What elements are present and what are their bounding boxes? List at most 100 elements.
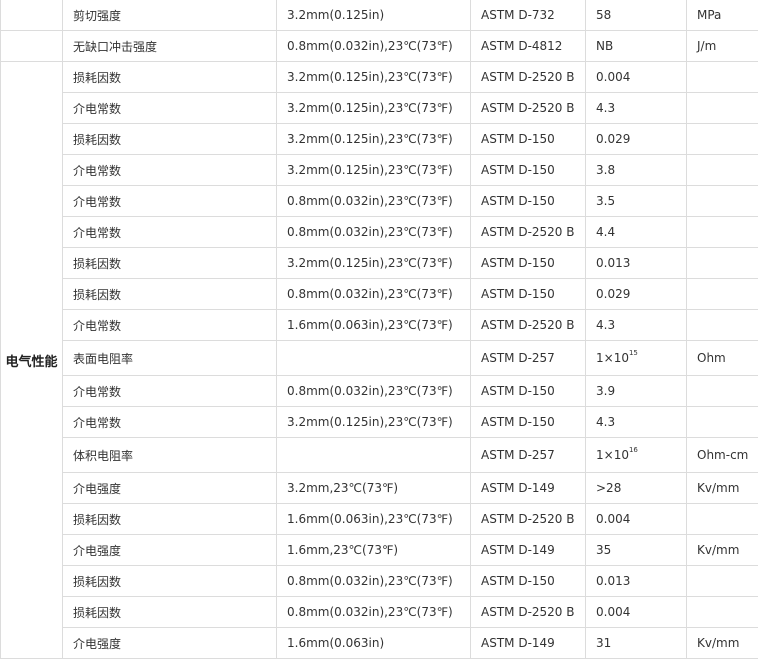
table-row: 介电强度 1.6mm(0.063in) ASTM D-149 31 Kv/mm: [1, 628, 758, 659]
condition-cell: 1.6mm,23℃(73℉): [277, 535, 471, 566]
condition-cell: 3.2mm(0.125in),23℃(73℉): [277, 93, 471, 124]
value-cell: 4.3: [586, 93, 687, 124]
value-base: 1×10: [596, 448, 629, 462]
method-cell: ASTM D-149: [471, 628, 586, 659]
table-row: 损耗因数 0.8mm(0.032in),23℃(73℉) ASTM D-2520…: [1, 597, 758, 628]
method-cell: ASTM D-257: [471, 438, 586, 473]
condition-cell: 3.2mm(0.125in),23℃(73℉): [277, 248, 471, 279]
method-cell: ASTM D-150: [471, 376, 586, 407]
condition-cell: 0.8mm(0.032in),23℃(73℉): [277, 186, 471, 217]
condition-cell: 1.6mm(0.063in): [277, 628, 471, 659]
category-cell-empty: [1, 0, 63, 31]
method-cell: ASTM D-149: [471, 473, 586, 504]
property-cell: 体积电阻率: [63, 438, 277, 473]
condition-cell: 3.2mm(0.125in),23℃(73℉): [277, 407, 471, 438]
method-cell: ASTM D-149: [471, 535, 586, 566]
value-cell: 0.029: [586, 124, 687, 155]
table-row: 剪切强度 3.2mm(0.125in) ASTM D-732 58 MPa: [1, 0, 758, 31]
unit-cell: [687, 407, 758, 438]
value-cell: 0.004: [586, 504, 687, 535]
method-cell: ASTM D-2520 B: [471, 310, 586, 341]
table-row: 介电常数 0.8mm(0.032in),23℃(73℉) ASTM D-2520…: [1, 217, 758, 248]
condition-cell: 0.8mm(0.032in),23℃(73℉): [277, 279, 471, 310]
method-cell: ASTM D-150: [471, 248, 586, 279]
property-cell: 损耗因数: [63, 124, 277, 155]
method-cell: ASTM D-150: [471, 566, 586, 597]
property-cell: 剪切强度: [63, 0, 277, 31]
value-cell: 0.004: [586, 597, 687, 628]
table-row: 损耗因数 0.8mm(0.032in),23℃(73℉) ASTM D-150 …: [1, 566, 758, 597]
value-cell: 3.8: [586, 155, 687, 186]
value-cell: 0.029: [586, 279, 687, 310]
value-cell: 31: [586, 628, 687, 659]
table-row: 介电强度 3.2mm,23℃(73℉) ASTM D-149 >28 Kv/mm: [1, 473, 758, 504]
unit-cell: J/m: [687, 31, 758, 62]
property-cell: 介电常数: [63, 376, 277, 407]
value-cell: 35: [586, 535, 687, 566]
unit-cell: Kv/mm: [687, 535, 758, 566]
unit-cell: [687, 62, 758, 93]
table-row: 介电常数 1.6mm(0.063in),23℃(73℉) ASTM D-2520…: [1, 310, 758, 341]
table-row: 介电常数 0.8mm(0.032in),23℃(73℉) ASTM D-150 …: [1, 376, 758, 407]
table-row: 损耗因数 3.2mm(0.125in),23℃(73℉) ASTM D-150 …: [1, 248, 758, 279]
table-row: 介电常数 0.8mm(0.032in),23℃(73℉) ASTM D-150 …: [1, 186, 758, 217]
property-cell: 损耗因数: [63, 504, 277, 535]
method-cell: ASTM D-732: [471, 0, 586, 31]
value-exponent: 15: [629, 349, 638, 357]
value-exponent: 16: [629, 446, 638, 454]
property-cell: 损耗因数: [63, 62, 277, 93]
condition-cell: 0.8mm(0.032in),23℃(73℉): [277, 31, 471, 62]
table-row: 损耗因数 0.8mm(0.032in),23℃(73℉) ASTM D-150 …: [1, 279, 758, 310]
condition-cell: 3.2mm(0.125in),23℃(73℉): [277, 62, 471, 93]
property-cell: 无缺口冲击强度: [63, 31, 277, 62]
value-cell: NB: [586, 31, 687, 62]
unit-cell: [687, 155, 758, 186]
method-cell: ASTM D-150: [471, 407, 586, 438]
condition-cell: [277, 438, 471, 473]
condition-cell: 0.8mm(0.032in),23℃(73℉): [277, 566, 471, 597]
method-cell: ASTM D-150: [471, 186, 586, 217]
condition-cell: 0.8mm(0.032in),23℃(73℉): [277, 597, 471, 628]
value-cell: 4.4: [586, 217, 687, 248]
condition-cell: 3.2mm(0.125in): [277, 0, 471, 31]
value-cell: 0.013: [586, 566, 687, 597]
table-row: 介电常数 3.2mm(0.125in),23℃(73℉) ASTM D-150 …: [1, 407, 758, 438]
condition-cell: 3.2mm,23℃(73℉): [277, 473, 471, 504]
unit-cell: [687, 279, 758, 310]
method-cell: ASTM D-4812: [471, 31, 586, 62]
condition-cell: 0.8mm(0.032in),23℃(73℉): [277, 217, 471, 248]
property-cell: 介电常数: [63, 155, 277, 186]
unit-cell: [687, 217, 758, 248]
property-cell: 介电常数: [63, 217, 277, 248]
table-row: 介电常数 3.2mm(0.125in),23℃(73℉) ASTM D-150 …: [1, 155, 758, 186]
unit-cell: [687, 124, 758, 155]
properties-table: 剪切强度 3.2mm(0.125in) ASTM D-732 58 MPa 无缺…: [0, 0, 758, 659]
value-cell: 0.013: [586, 248, 687, 279]
condition-cell: 1.6mm(0.063in),23℃(73℉): [277, 310, 471, 341]
property-cell: 损耗因数: [63, 597, 277, 628]
category-cell-empty: [1, 31, 63, 62]
property-cell: 介电常数: [63, 93, 277, 124]
category-cell: 电气性能: [1, 62, 63, 659]
condition-cell: [277, 341, 471, 376]
property-cell: 介电常数: [63, 186, 277, 217]
unit-cell: [687, 310, 758, 341]
value-cell: 1×1016: [586, 438, 687, 473]
table-row: 损耗因数 1.6mm(0.063in),23℃(73℉) ASTM D-2520…: [1, 504, 758, 535]
method-cell: ASTM D-150: [471, 279, 586, 310]
method-cell: ASTM D-2520 B: [471, 93, 586, 124]
table-row: 无缺口冲击强度 0.8mm(0.032in),23℃(73℉) ASTM D-4…: [1, 31, 758, 62]
property-cell: 损耗因数: [63, 279, 277, 310]
condition-cell: 1.6mm(0.063in),23℃(73℉): [277, 504, 471, 535]
method-cell: ASTM D-257: [471, 341, 586, 376]
table-row: 表面电阻率 ASTM D-257 1×1015 Ohm: [1, 341, 758, 376]
method-cell: ASTM D-2520 B: [471, 597, 586, 628]
method-cell: ASTM D-2520 B: [471, 504, 586, 535]
table-row: 损耗因数 3.2mm(0.125in),23℃(73℉) ASTM D-150 …: [1, 124, 758, 155]
unit-cell: [687, 376, 758, 407]
property-cell: 介电常数: [63, 310, 277, 341]
property-cell: 介电强度: [63, 535, 277, 566]
table-row: 介电强度 1.6mm,23℃(73℉) ASTM D-149 35 Kv/mm: [1, 535, 758, 566]
value-cell: >28: [586, 473, 687, 504]
value-cell: 0.004: [586, 62, 687, 93]
